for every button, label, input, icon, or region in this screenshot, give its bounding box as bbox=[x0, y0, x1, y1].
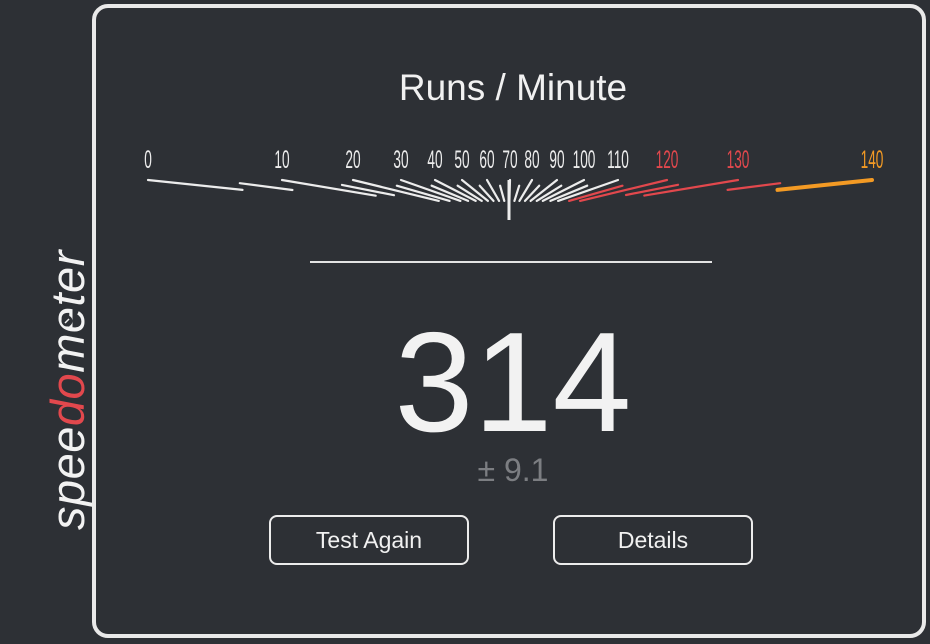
score-value: 314 bbox=[394, 303, 632, 462]
gauge-tick-label: 60 bbox=[479, 147, 494, 174]
details-button[interactable]: Details bbox=[553, 515, 753, 565]
gauge-tick-label: 40 bbox=[427, 147, 442, 174]
gauge-major-tick bbox=[775, 178, 874, 192]
gauge-major-tick bbox=[518, 178, 534, 202]
gauge-tick-label: 50 bbox=[454, 147, 469, 174]
results-panel: 0 10 20 30 40 50 60 70 80 90 100 110 120 130 140 Runs … bbox=[92, 4, 926, 638]
gauge-tick-label: 120 bbox=[656, 147, 679, 174]
gauge-major-tick bbox=[146, 178, 244, 191]
score-divider bbox=[310, 261, 712, 263]
score-error: ± 9.1 bbox=[477, 452, 549, 488]
gauge-tick-label: 130 bbox=[727, 147, 750, 174]
app-root: speedometer 0 10 20 30 40 50 60 70 80 90 100 110 120… bbox=[0, 0, 930, 644]
gauge-minor-tick bbox=[499, 184, 506, 202]
logo-text-meter: meter bbox=[48, 248, 92, 372]
gauge-tick-label: 110 bbox=[607, 147, 629, 174]
gauge-tick-label: 140 bbox=[861, 147, 884, 174]
gauge-major-tick bbox=[485, 178, 501, 202]
gauge-minor-tick bbox=[238, 182, 294, 192]
speedometer-logo: speedometer bbox=[48, 248, 92, 530]
gauge: 0 10 20 30 40 50 60 70 80 90 100 110 120 130 140 bbox=[144, 147, 884, 220]
test-again-button[interactable]: Test Again bbox=[269, 515, 469, 565]
gauge-tick-label: 90 bbox=[549, 147, 564, 174]
svg-text:speedometer: speedometer bbox=[48, 248, 92, 530]
gauge-tick-label: 70 bbox=[502, 147, 517, 174]
gauge-minor-tick bbox=[513, 184, 521, 202]
gauge-minor-tick bbox=[726, 182, 782, 191]
gauge-tick-label: 30 bbox=[393, 147, 408, 174]
gauge-tick-label: 100 bbox=[573, 147, 596, 174]
unit-title: Runs / Minute bbox=[398, 67, 628, 108]
gauge-tick-label: 10 bbox=[274, 147, 289, 174]
gauge-tick-label: 20 bbox=[345, 147, 360, 174]
gauge-tick-label: 0 bbox=[144, 147, 152, 174]
logo-text-spee: spee bbox=[48, 426, 92, 530]
gauge-tick-label: 80 bbox=[524, 147, 539, 174]
logo-text-do: do bbox=[48, 373, 92, 426]
